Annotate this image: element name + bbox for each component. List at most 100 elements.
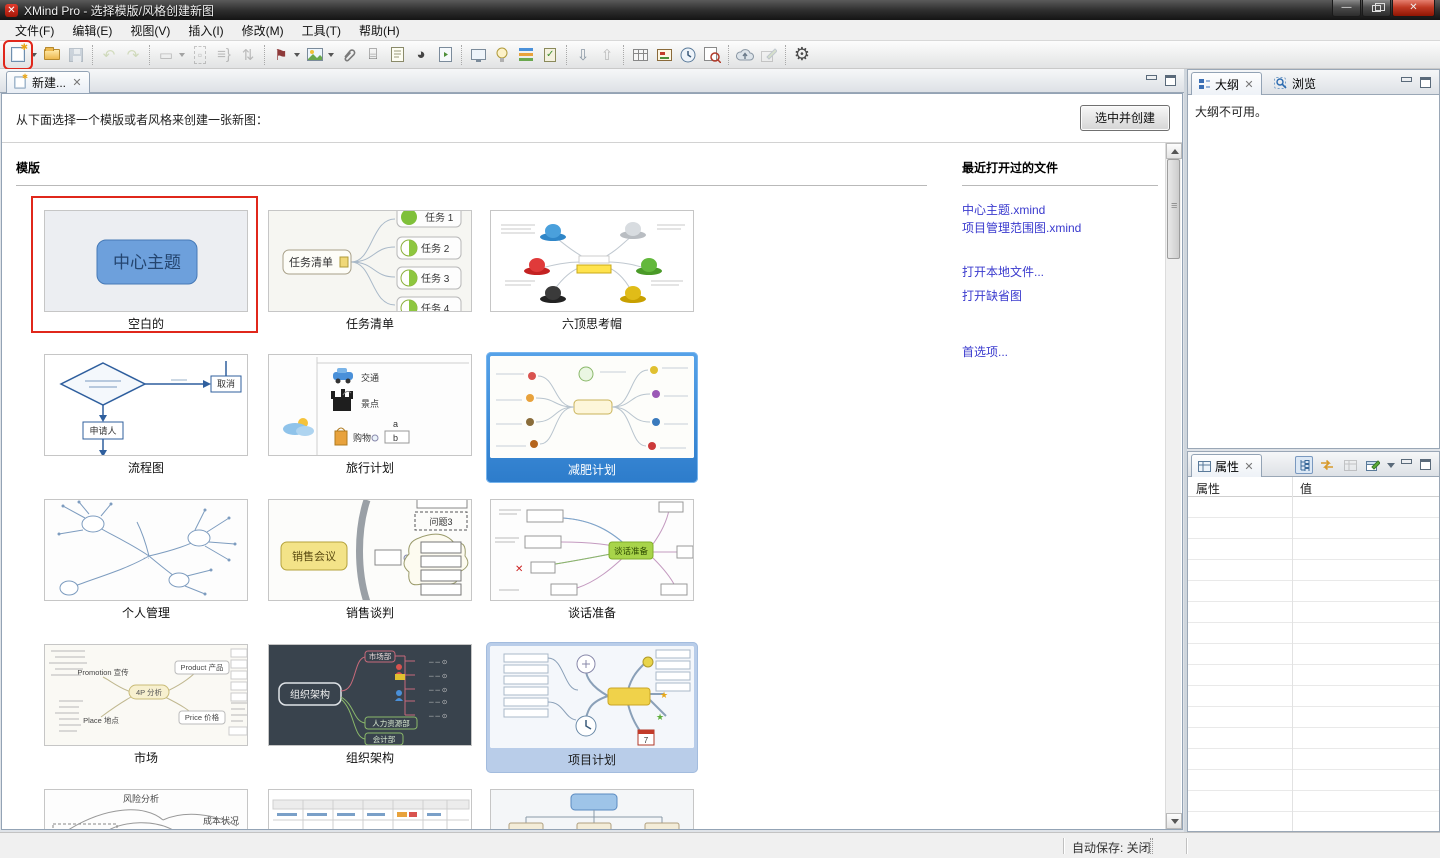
properties-close-icon[interactable]: ✕ [1243, 460, 1255, 473]
globe-icon: ◕ [416, 46, 426, 63]
tab-browse[interactable]: 浏览 [1268, 72, 1322, 95]
presentation-button[interactable] [652, 43, 676, 67]
menu-tools[interactable]: 工具(T) [293, 20, 350, 41]
image-dropdown-caret[interactable] [328, 52, 334, 57]
travel-transport: 交通 [361, 372, 379, 383]
template-talk-prep[interactable]: 谈话准备 ✕ 谈话准备 [490, 499, 694, 621]
hyperlink-button[interactable]: ⌸ [361, 43, 385, 67]
template-project-plan[interactable]: ★ ★ 7 项目计划 [486, 642, 698, 773]
drill-down-button[interactable]: ⇩ [571, 43, 595, 67]
outline-minimize-icon[interactable] [1401, 77, 1412, 86]
scrollbar-thumb[interactable] [1167, 159, 1180, 259]
minimize-button[interactable]: — [1332, 0, 1361, 17]
insert-topic-button[interactable]: ▭ [154, 43, 178, 67]
template-table-partial[interactable] [268, 789, 472, 829]
attachment-button[interactable] [337, 43, 361, 67]
menu-modify[interactable]: 修改(M) [233, 20, 293, 41]
workspace: 新建... ✕ 从下面选择一个模版或者风格来创建一张新图： 选中并创建 模版 [0, 69, 1440, 832]
browse-magnifier-icon [1274, 77, 1287, 89]
template-label: 组织架构 [345, 751, 394, 765]
scroll-down-arrow[interactable] [1166, 813, 1182, 829]
slideshow-icon [656, 48, 672, 61]
template-six-hats[interactable]: 六顶思考帽 [490, 210, 694, 332]
open-default-map-link[interactable]: 打开缺省图 [962, 287, 1022, 304]
marker-dropdown-caret[interactable] [294, 52, 300, 57]
properties-grid-header: 属性 值 [1188, 477, 1439, 497]
new-dropdown-caret[interactable] [31, 52, 37, 57]
outline-icon [1199, 79, 1210, 89]
audio-notes-button[interactable]: ◕ [409, 43, 433, 67]
close-button[interactable]: ✕ [1392, 0, 1435, 17]
template-market[interactable]: 4P 分析 Promotion 宣传 Product 产品 Place 地点 P… [44, 644, 248, 766]
template-blank[interactable]: 中心主题 空白的 [44, 210, 248, 332]
recent-file-link[interactable]: 中心主题.xmind [962, 201, 1045, 218]
tab-close-icon[interactable]: ✕ [71, 76, 83, 89]
create-button[interactable]: 选中并创建 [1080, 105, 1170, 131]
notes-button[interactable] [385, 43, 409, 67]
template-org-structure[interactable]: 组织架构 市场部 ─ ─ ⊙ ─ ─ ⊙ ─ ─ ⊙ ─ ─ ⊙ ─ ─ ⊙ 人力资源部 [268, 644, 472, 766]
org-hr: 人力资源部 [372, 718, 410, 728]
vertical-scrollbar[interactable] [1165, 143, 1182, 829]
properties-maximize-icon[interactable] [1420, 459, 1431, 470]
save-button[interactable] [64, 43, 88, 67]
template-sales[interactable]: 问题3 销售会议 销售谈判 [268, 499, 472, 621]
scroll-up-arrow[interactable] [1166, 143, 1182, 159]
drill-up-button[interactable]: ⇧ [595, 43, 619, 67]
open-button[interactable] [40, 43, 64, 67]
tab-new[interactable]: 新建... ✕ [6, 71, 91, 93]
new-workbook-button[interactable] [3, 39, 33, 70]
menu-file[interactable]: 文件(F) [6, 20, 63, 41]
template-task-list[interactable]: 任务清单 任务 1 任务 2 任务 3 任务 4 任务清单 [268, 210, 472, 332]
gantt-button[interactable] [514, 43, 538, 67]
export-button[interactable] [757, 43, 781, 67]
template-personal[interactable]: · · 个人管理 [44, 499, 248, 621]
timer-button[interactable] [676, 43, 700, 67]
boundary-button[interactable]: ▫ [188, 43, 212, 67]
template-risk-partial[interactable]: 风险分析 成本状况 [44, 789, 248, 829]
table-edit-button[interactable] [1341, 456, 1359, 474]
comment-button[interactable] [466, 43, 490, 67]
undo-button[interactable]: ↶ [97, 43, 121, 67]
tree-view-button[interactable] [1295, 456, 1313, 474]
recent-file-link[interactable]: 项目管理范围图.xmind [962, 219, 1081, 236]
flow-applicant: 申请人 [89, 425, 116, 436]
upload-share-button[interactable] [733, 43, 757, 67]
outline-maximize-icon[interactable] [1420, 77, 1431, 88]
template-weight-loss[interactable]: 减肥计划 [486, 352, 698, 483]
market-price: Price 价格 [185, 712, 220, 722]
summary-button[interactable]: ≡} [212, 43, 236, 67]
preview-button[interactable] [700, 43, 724, 67]
relationship-button[interactable]: ⇅ [236, 43, 260, 67]
tab-outline[interactable]: 大纲 ✕ [1191, 72, 1263, 95]
task-info-button[interactable] [538, 43, 562, 67]
properties-minimize-icon[interactable] [1401, 459, 1412, 468]
menu-insert[interactable]: 插入(I) [179, 20, 232, 41]
brainstorm-button[interactable] [490, 43, 514, 67]
properties-grid[interactable] [1188, 497, 1439, 831]
new-editor-button[interactable] [1364, 456, 1382, 474]
attachment-file-button[interactable] [433, 43, 457, 67]
svg-text:─ ─ ⊙: ─ ─ ⊙ [428, 659, 447, 666]
template-orgchart-partial[interactable] [490, 789, 694, 829]
open-local-file-link[interactable]: 打开本地文件... [962, 263, 1044, 280]
image-button[interactable] [303, 43, 327, 67]
preferences-link[interactable]: 首选项... [962, 343, 1008, 360]
menu-edit[interactable]: 编辑(E) [63, 20, 121, 41]
menu-help[interactable]: 帮助(H) [350, 20, 409, 41]
view-menu-chevron[interactable] [1387, 462, 1395, 468]
sync-button[interactable] [1318, 456, 1336, 474]
template-travel[interactable]: 交通 景点 购物 a b 旅行计划 [268, 354, 472, 476]
menu-view[interactable]: 视图(V) [121, 20, 179, 41]
redo-button[interactable]: ↷ [121, 43, 145, 67]
template-flowchart[interactable]: 取消 申请人 流程图 [44, 354, 248, 476]
marker-button[interactable]: ⚑ [269, 43, 293, 67]
editor-maximize-icon[interactable] [1165, 75, 1176, 86]
tab-properties[interactable]: 属性 ✕ [1191, 454, 1263, 477]
topic-dropdown-caret[interactable] [179, 52, 185, 57]
editor-minimize-icon[interactable] [1146, 75, 1157, 84]
outline-close-icon[interactable]: ✕ [1243, 78, 1255, 91]
restore-button[interactable] [1362, 0, 1391, 17]
settings-button[interactable]: ⚙ [790, 43, 814, 67]
statusbar-grip[interactable] [1150, 838, 1153, 854]
spreadsheet-button[interactable] [628, 43, 652, 67]
